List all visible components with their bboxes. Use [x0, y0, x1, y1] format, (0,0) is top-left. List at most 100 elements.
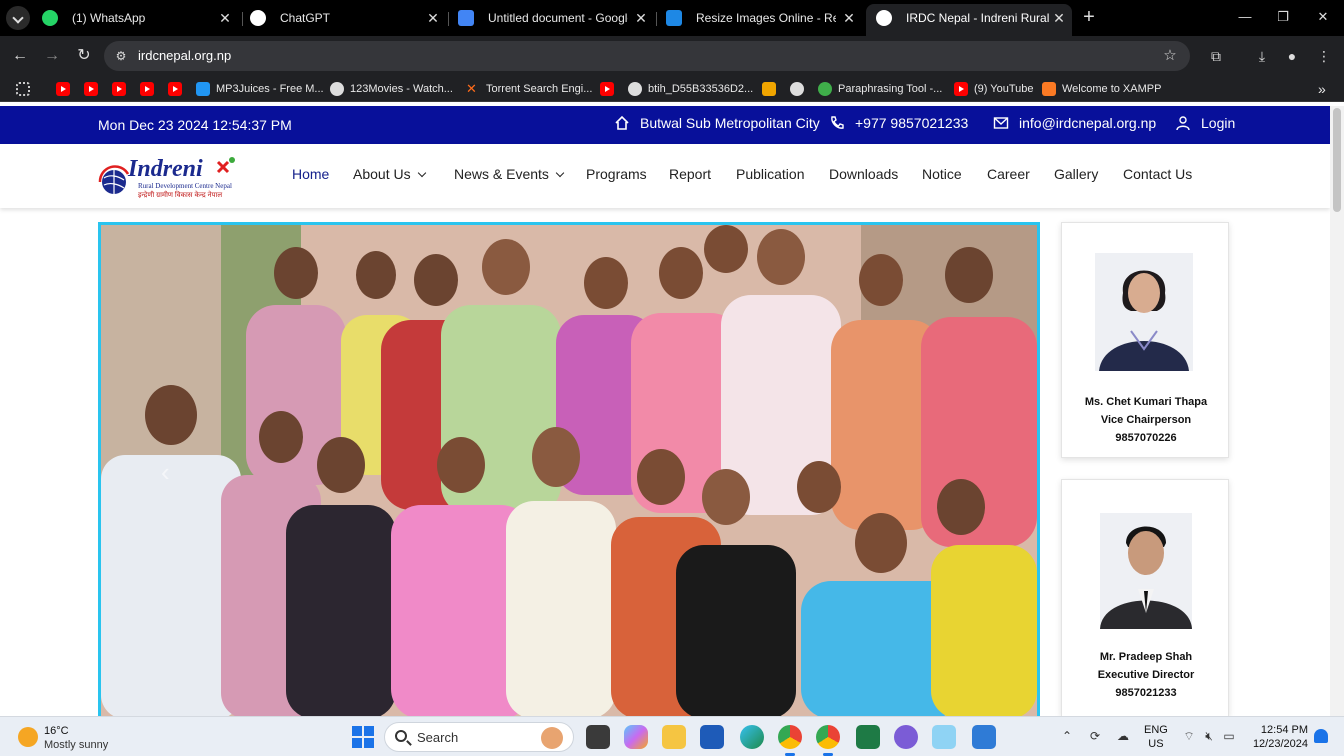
phone-text[interactable]: +977 9857021233 — [855, 115, 968, 131]
minimize-icon[interactable]: — — [1232, 6, 1258, 28]
windows-start-icon[interactable] — [352, 726, 374, 748]
back-arrow-icon[interactable]: ← — [8, 44, 32, 68]
close-icon[interactable]: ✕ — [218, 4, 232, 32]
bookmark-globe[interactable] — [790, 80, 804, 98]
tab-irdc-nepal[interactable]: IRDC Nepal - Indreni Rural Development ✕ — [866, 4, 1072, 36]
bookmark-btih[interactable]: btih_D55B33536D2... — [628, 80, 753, 98]
weather-condition: Mostly sunny — [44, 739, 109, 751]
bookmark-star-icon[interactable]: ☆ — [1160, 46, 1180, 66]
tab-chatgpt[interactable]: ChatGPT ✕ — [240, 4, 446, 32]
bookmark-youtube[interactable] — [84, 80, 98, 98]
chevron-down-icon — [417, 168, 426, 178]
person-phone: 9857021233 — [1115, 687, 1177, 699]
site-logo[interactable]: Indreni Rural Development Centre Nepal इ… — [98, 152, 238, 202]
bookmark-xampp[interactable]: Welcome to XAMPP — [1042, 80, 1161, 98]
more-bookmarks-icon[interactable]: » — [1304, 80, 1326, 98]
phone-info[interactable]: +977 9857021233 — [829, 106, 968, 140]
page-scrollbar[interactable] — [1330, 106, 1344, 716]
login-label[interactable]: Login — [1201, 115, 1235, 131]
tab-resize-images[interactable]: Resize Images Online - Resize JPG ✕ — [656, 4, 862, 32]
nav-home[interactable]: Home — [292, 166, 329, 182]
new-tab-button[interactable]: + — [1078, 6, 1100, 28]
bookmark-paraphrasing[interactable]: Paraphrasing Tool -... — [818, 80, 942, 98]
site-info-icon[interactable]: ⚙ — [112, 47, 130, 65]
tab-google-docs[interactable]: Untitled document - Google Docs ✕ — [448, 4, 654, 32]
nav-contact-us[interactable]: Contact Us — [1123, 166, 1192, 182]
snipping-tool-icon[interactable] — [932, 725, 956, 749]
nav-about-us[interactable]: About Us — [353, 166, 426, 182]
battery-icon[interactable]: ▭ — [1220, 727, 1238, 745]
apps-grid-icon[interactable] — [16, 80, 30, 98]
close-icon[interactable]: ✕ — [426, 4, 440, 32]
sync-icon[interactable]: ⟳ — [1086, 727, 1104, 745]
forward-arrow-icon[interactable]: → — [40, 44, 64, 68]
email-info[interactable]: info@irdcnepal.org.np — [993, 106, 1156, 140]
nav-gallery[interactable]: Gallery — [1054, 166, 1098, 182]
tab-whatsapp[interactable]: (1) WhatsApp ✕ — [32, 4, 238, 32]
bookmark-youtube[interactable] — [140, 80, 154, 98]
viber-icon[interactable] — [894, 725, 918, 749]
youtube-icon — [600, 82, 614, 96]
globe-icon — [790, 82, 804, 96]
chrome-icon[interactable] — [778, 725, 802, 756]
close-icon[interactable]: ✕ — [842, 4, 856, 32]
chrome-profile-icon[interactable] — [816, 725, 840, 756]
bookmark-torrent[interactable]: ✕ Torrent Search Engi... — [466, 80, 592, 98]
window-close-icon[interactable]: ✕ — [1310, 6, 1336, 28]
profile-icon[interactable]: ● — [1280, 44, 1304, 68]
main-navbar: Indreni Rural Development Centre Nepal इ… — [0, 144, 1330, 208]
close-icon[interactable]: ✕ — [1052, 4, 1066, 32]
nav-programs[interactable]: Programs — [586, 166, 647, 182]
copilot-icon[interactable] — [624, 725, 648, 749]
wifi-icon[interactable]: ⌔ — [1180, 727, 1198, 745]
close-icon[interactable]: ✕ — [634, 4, 648, 32]
tab-search-button[interactable] — [6, 6, 30, 30]
nav-report[interactable]: Report — [669, 166, 711, 182]
microsoft-store-icon[interactable] — [700, 725, 724, 749]
taskbar-search[interactable]: Search — [384, 722, 574, 752]
task-view-icon[interactable] — [586, 725, 610, 749]
chevron-left-icon[interactable]: ‹ — [161, 457, 170, 488]
chevron-up-icon[interactable]: ⌃ — [1058, 727, 1076, 745]
system-clock[interactable]: 12:54 PM 12/23/2024 — [1250, 723, 1308, 751]
bookmark-hd[interactable] — [762, 80, 776, 98]
address-bar[interactable]: ⚙ irdcnepal.org.np ☆ — [104, 41, 1190, 71]
email-text[interactable]: info@irdcnepal.org.np — [1019, 115, 1156, 131]
edge-icon[interactable] — [740, 725, 764, 749]
bookmark-label: Paraphrasing Tool -... — [838, 83, 943, 95]
bookmark-123movies[interactable]: 123Movies - Watch... — [330, 80, 453, 98]
tab-title: Untitled document - Google Docs — [488, 11, 628, 25]
file-explorer-icon[interactable] — [662, 725, 686, 749]
speaker-muted-icon[interactable]: 🔇︎ — [1200, 727, 1218, 745]
nav-career[interactable]: Career — [987, 166, 1030, 182]
login-link[interactable]: Login — [1175, 106, 1235, 140]
cloud-icon[interactable]: ☁ — [1114, 727, 1132, 745]
chevron-down-icon — [555, 168, 565, 178]
excel-icon[interactable] — [856, 725, 880, 749]
more-menu-icon[interactable]: ⋮ — [1312, 44, 1336, 68]
photos-icon[interactable] — [972, 725, 996, 749]
bookmark-youtube[interactable] — [168, 80, 182, 98]
url-text[interactable]: irdcnepal.org.np — [138, 41, 231, 71]
hero-slider[interactable]: ‹ — [98, 222, 1040, 716]
restore-icon[interactable]: ❐ — [1270, 6, 1296, 28]
notification-bell-icon[interactable] — [1314, 729, 1328, 743]
bookmark-label: 123Movies - Watch... — [350, 83, 453, 95]
bookmark-youtube[interactable] — [112, 80, 126, 98]
bookmark-youtube[interactable] — [600, 80, 614, 98]
download-icon[interactable]: ⤓ — [1250, 44, 1274, 68]
bookmark-mp3juices[interactable]: MP3Juices - Free M... — [196, 80, 324, 98]
bookmark-youtube-9[interactable]: (9) YouTube — [954, 80, 1034, 98]
nav-downloads[interactable]: Downloads — [829, 166, 898, 182]
weather-temp: 16°C — [44, 725, 69, 737]
scrollbar-thumb[interactable] — [1333, 108, 1341, 212]
extensions-icon[interactable]: ⧉ — [1204, 44, 1228, 68]
language-indicator[interactable]: ENG US — [1144, 723, 1168, 751]
bookmark-youtube[interactable] — [56, 80, 70, 98]
nav-news-events[interactable]: News & Events — [454, 166, 565, 182]
youtube-icon — [954, 82, 968, 96]
nav-publication[interactable]: Publication — [736, 166, 805, 182]
nav-notice[interactable]: Notice — [922, 166, 962, 182]
tab-title: (1) WhatsApp — [72, 11, 146, 25]
reload-icon[interactable]: ↻ — [72, 44, 96, 68]
